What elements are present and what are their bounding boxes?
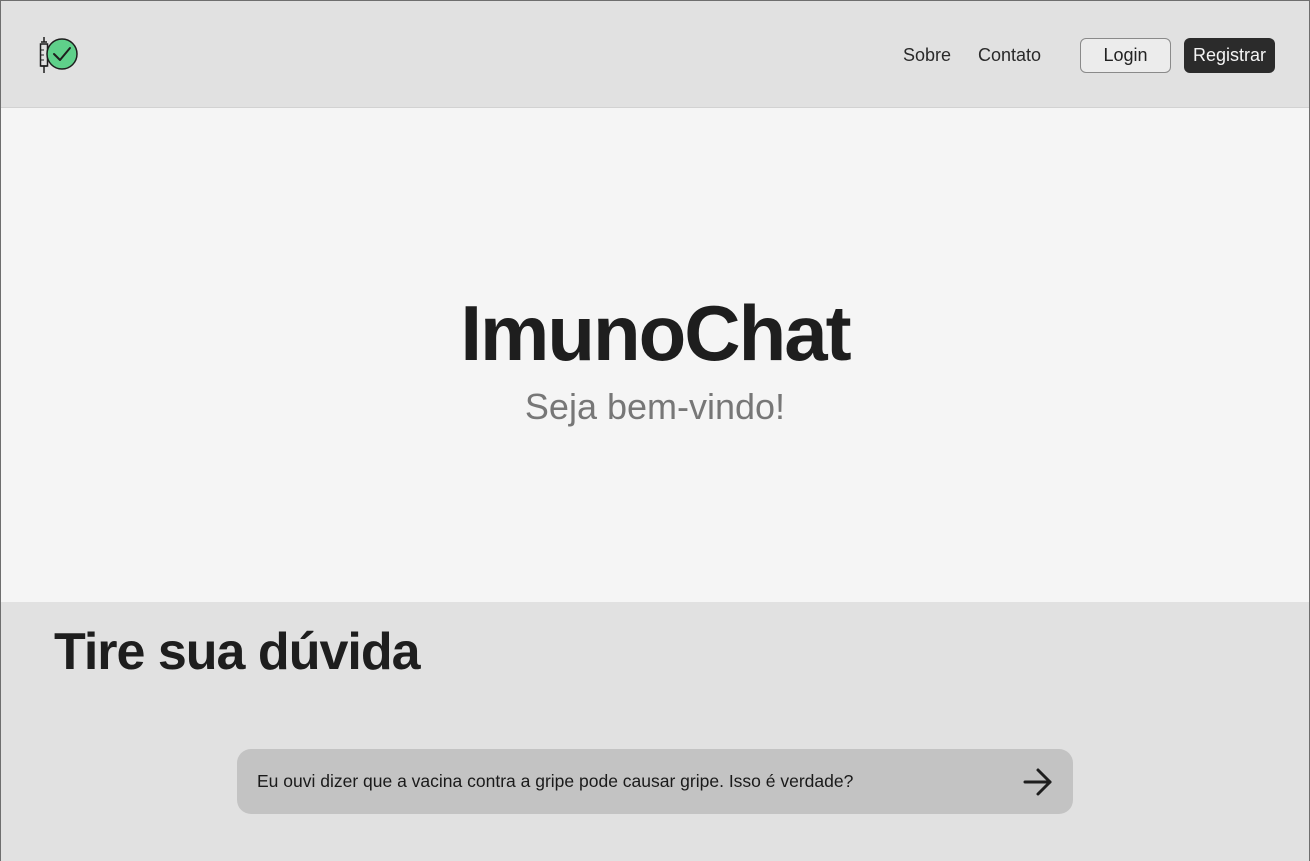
register-button[interactable]: Registrar [1184,38,1275,73]
page-frame: Sobre Contato Login Registrar ImunoChat … [0,0,1310,861]
login-button[interactable]: Login [1080,38,1171,73]
section-title: Tire sua dúvida [54,623,421,681]
syringe-check-icon[interactable] [37,35,81,75]
question-input-box [237,749,1073,814]
question-input[interactable] [257,749,997,814]
question-section: Tire sua dúvida [1,602,1309,861]
hero-title: ImunoChat [460,289,851,377]
nav-link-contato[interactable]: Contato [978,43,1041,67]
hero-section: ImunoChat Seja bem-vindo! [1,108,1309,602]
top-navbar: Sobre Contato Login Registrar [1,0,1309,108]
nav-link-sobre[interactable]: Sobre [903,43,951,67]
arrow-right-icon[interactable] [1021,765,1055,799]
hero-subtitle: Seja bem-vindo! [524,386,786,427]
